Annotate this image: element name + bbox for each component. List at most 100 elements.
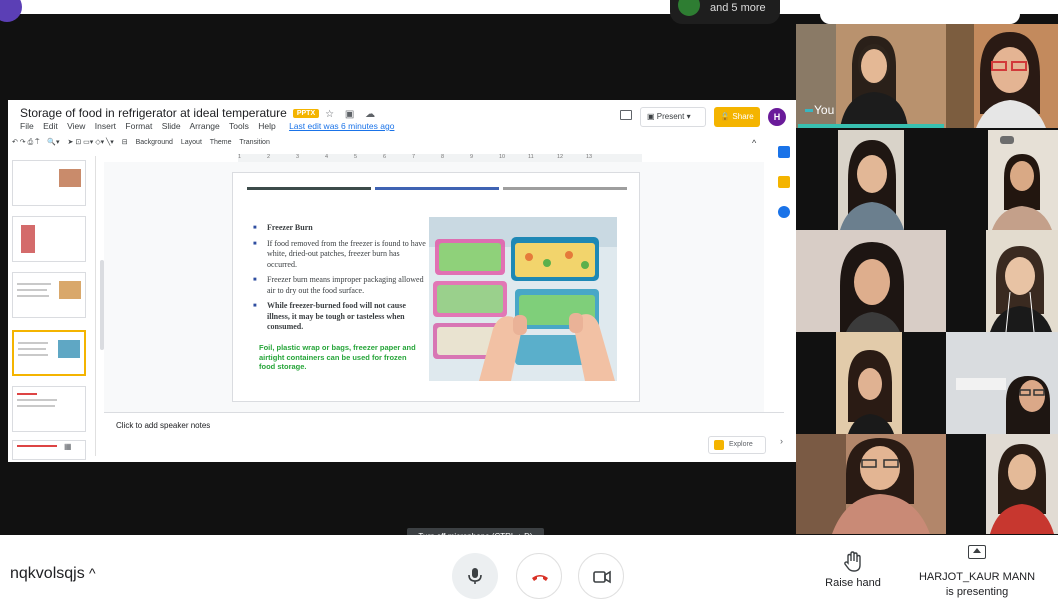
video-feed — [946, 332, 1058, 434]
top-bar-field[interactable] — [820, 0, 1020, 24]
menu-help[interactable]: Help — [258, 121, 275, 131]
thumb-line — [17, 399, 57, 401]
slide-thumbnail[interactable] — [12, 160, 86, 206]
leave-call-button[interactable] — [516, 553, 562, 599]
meeting-details-chevron-icon[interactable]: ^ — [89, 565, 96, 581]
microphone-icon — [468, 568, 482, 584]
participant-tile[interactable] — [946, 130, 1058, 230]
thumb-line — [17, 445, 57, 447]
participant-tile[interactable] — [946, 332, 1058, 434]
present-button[interactable]: ▣ Present ▾ — [640, 107, 706, 127]
share-button[interactable]: 🔒 Share — [714, 107, 760, 127]
chevron-right-icon[interactable]: › — [780, 436, 783, 446]
slide-thumbnail[interactable] — [12, 386, 86, 432]
ruler: 1 2 3 4 5 6 7 8 9 10 11 12 13 — [238, 154, 642, 162]
calendar-icon[interactable] — [778, 146, 790, 158]
more-participants-label: and 5 more — [710, 2, 766, 14]
bullet-item: Freezer burn means improper packaging al… — [253, 275, 429, 296]
thumb-line — [18, 348, 46, 350]
explore-label: Explore — [729, 441, 753, 448]
tasks-icon[interactable] — [778, 206, 790, 218]
thumb-line — [17, 405, 55, 407]
raise-hand-label[interactable]: Raise hand — [820, 577, 886, 589]
participant-tile[interactable] — [946, 230, 1058, 332]
toolbar-transition[interactable]: Transition — [239, 139, 269, 146]
explore-icon — [714, 440, 724, 450]
ruler-tick: 13 — [586, 154, 593, 160]
freezer-photo — [429, 217, 617, 381]
participant-tile[interactable] — [796, 434, 946, 534]
freezer-containers-image — [429, 217, 617, 381]
menu-tools[interactable]: Tools — [229, 121, 249, 131]
meet-window: and 5 more You Storage of food in refrig… — [0, 0, 1058, 606]
format-badge: PPTX — [292, 109, 320, 118]
video-feed — [796, 332, 946, 434]
raise-hand-icon[interactable] — [844, 551, 862, 573]
speaker-notes[interactable]: Click to add speaker notes — [104, 412, 784, 456]
toolbar-background[interactable]: Background — [136, 139, 173, 146]
select-tools-icons[interactable]: ➤ ⊡ ▭▾ ◇▾ ╲▾ — [68, 139, 114, 146]
doc-title[interactable]: Storage of food in refrigerator at ideal… — [20, 106, 287, 120]
participant-tile[interactable] — [796, 130, 946, 230]
thumb-image — [58, 340, 80, 358]
menu-format[interactable]: Format — [125, 121, 152, 131]
presenter-name: HARJOT_KAUR MANN — [918, 571, 1036, 583]
participants-pill[interactable]: and 5 more — [670, 0, 780, 24]
participant-tile[interactable] — [796, 332, 946, 434]
editor-toolbar: ↶ ↷ ⎙ ⍑ 🔍▾ ➤ ⊡ ▭▾ ◇▾ ╲▾ ⊟ Background Lay… — [8, 138, 796, 152]
menu-bar: File Edit View Insert Format Slide Arran… — [20, 121, 401, 131]
microphone-button[interactable] — [452, 553, 498, 599]
thumb-line — [17, 393, 37, 395]
account-avatar[interactable]: H — [768, 108, 786, 126]
participant-tile[interactable] — [946, 24, 1058, 128]
participant-tile[interactable] — [946, 434, 1058, 534]
grid-view-icon[interactable]: ▦ — [64, 442, 72, 451]
video-feed — [796, 230, 946, 332]
slide-thumbnail-selected[interactable] — [12, 330, 86, 376]
share-label: Share — [732, 112, 754, 121]
bullet-item: While freezer-burned food will not cause… — [253, 301, 429, 333]
slide-thumbnail[interactable] — [12, 216, 86, 262]
ruler-tick: 1 — [238, 154, 242, 160]
menu-slide[interactable]: Slide — [162, 121, 181, 131]
video-feed — [946, 24, 1058, 128]
meeting-code[interactable]: nqkvolsqjs — [10, 565, 85, 583]
ruler-tick: 11 — [528, 154, 534, 160]
ruler-tick: 10 — [499, 154, 506, 160]
menu-arrange[interactable]: Arrange — [190, 121, 220, 131]
slide-note: Foil, plastic wrap or bags, freezer pape… — [259, 343, 416, 371]
present-now-icon[interactable] — [968, 545, 986, 559]
undo-redo-print-icons[interactable]: ↶ ↷ ⎙ ⍑ — [12, 139, 39, 146]
thumb-line — [18, 354, 48, 356]
bullet-item: Freezer Burn — [253, 223, 429, 234]
self-highlight-bar — [798, 124, 944, 128]
toolbar-theme[interactable]: Theme — [210, 139, 232, 146]
toolbar-layout[interactable]: Layout — [181, 139, 202, 146]
last-edit-link[interactable]: Last edit was 6 minutes ago — [289, 121, 394, 131]
speaking-indicator-icon — [805, 109, 813, 112]
menu-edit[interactable]: Edit — [43, 121, 58, 131]
thumb-line — [17, 289, 47, 291]
explore-button[interactable]: Explore — [708, 436, 766, 454]
menu-file[interactable]: File — [20, 121, 34, 131]
camera-button[interactable] — [578, 553, 624, 599]
keep-icon[interactable] — [778, 176, 790, 188]
slide-thumbnail[interactable] — [12, 440, 86, 460]
header-rule — [247, 187, 371, 190]
collapse-chevron-icon[interactable]: ^ — [752, 138, 756, 148]
thumb-image — [59, 169, 81, 187]
ruler-tick: 2 — [267, 154, 271, 160]
current-slide[interactable]: Freezer Burn If food removed from the fr… — [232, 172, 640, 402]
comment-icon[interactable] — [620, 110, 632, 120]
participant-tile[interactable] — [796, 230, 946, 332]
thumb-image — [21, 225, 35, 253]
star-folder-cloud-icons[interactable]: ☆ ▣ ☁ — [325, 109, 379, 120]
participant-avatar-icon — [678, 0, 700, 16]
menu-view[interactable]: View — [67, 121, 85, 131]
comment-add-icon[interactable]: ⊟ — [122, 139, 128, 146]
menu-insert[interactable]: Insert — [95, 121, 116, 131]
slide-thumbnail[interactable] — [12, 272, 86, 318]
zoom-icon[interactable]: 🔍▾ — [47, 139, 59, 146]
ruler-tick: 8 — [441, 154, 445, 160]
slide-canvas: Freezer Burn If food removed from the fr… — [104, 162, 764, 412]
